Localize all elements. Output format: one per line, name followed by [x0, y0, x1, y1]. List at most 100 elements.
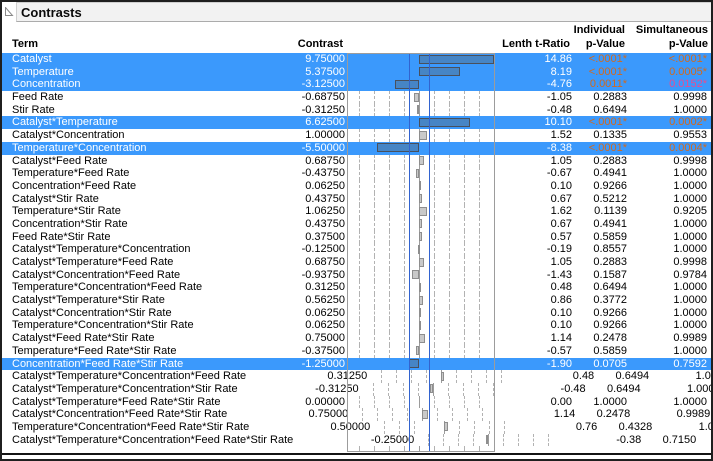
chart-gridline — [467, 408, 468, 421]
table-row[interactable]: Catalyst*Concentration1.000001.520.13350… — [2, 129, 711, 142]
chart-gridline — [449, 294, 450, 307]
chart-gridline — [486, 370, 487, 383]
table-row[interactable]: Temperature5.375008.19<.0001*0.0005* — [2, 66, 711, 79]
table-row[interactable]: Stir Rate-0.31250-0.480.64941.0000 — [2, 104, 711, 117]
table-row[interactable]: Catalyst*Temperature*Concentration*Stir … — [2, 383, 711, 396]
contrast-cell: 1.06250 — [224, 205, 347, 218]
contrast-bar — [419, 156, 424, 165]
chart-gridline — [389, 256, 390, 269]
chart-gridline — [449, 269, 450, 282]
t-ratio-cell: 0.10 — [495, 180, 572, 193]
chart-gridline — [464, 231, 465, 244]
chart-gridline — [449, 319, 450, 332]
table-row[interactable]: Temperature*Feed Rate-0.43750-0.670.4941… — [2, 167, 711, 180]
chart-gridline — [471, 370, 472, 383]
table-row[interactable]: Catalyst*Feed Rate0.687501.050.28830.999… — [2, 155, 711, 168]
table-row[interactable]: Catalyst*Temperature*Concentration*Feed … — [2, 370, 711, 383]
term-cell: Concentration*Feed Rate*Stir Rate — [2, 358, 224, 371]
contrast-bar — [416, 169, 419, 178]
table-row[interactable]: Catalyst*Temperature*Concentration-0.125… — [2, 243, 711, 256]
table-row[interactable]: Temperature*Concentration-5.50000-8.38<.… — [2, 142, 711, 155]
contrast-bar — [377, 143, 419, 152]
chart-tail — [2, 446, 711, 452]
chart-gridline — [449, 396, 450, 409]
term-cell: Catalyst*Temperature*Stir Rate — [2, 294, 224, 307]
table-row[interactable]: Catalyst*Concentration*Feed Rate*Stir Ra… — [2, 408, 711, 421]
contrast-bar — [419, 334, 425, 343]
contrast-cell: 0.31250 — [246, 370, 369, 383]
table-row[interactable]: Catalyst*Temperature*Feed Rate*Stir Rate… — [2, 396, 711, 409]
individual-p-cell: 0.6494 — [594, 370, 649, 383]
chart-gridline — [359, 256, 360, 269]
chart-gridline — [389, 294, 390, 307]
t-ratio-cell: -0.48 — [509, 383, 586, 396]
table-row[interactable]: Concentration*Feed Rate0.062500.100.9266… — [2, 180, 711, 193]
chart-gridline — [448, 383, 449, 396]
panel-title-strip[interactable]: Contrasts — [16, 2, 711, 22]
chart-gridline — [388, 383, 389, 396]
chart-gridline — [404, 167, 405, 180]
table-row[interactable]: Catalyst9.7500014.86<.0001*<.0001* — [2, 53, 711, 66]
contrast-cell: 0.68750 — [224, 256, 347, 269]
table-row[interactable]: Concentration*Feed Rate*Stir Rate-1.2500… — [2, 358, 711, 371]
contrast-bar-cell — [361, 383, 509, 396]
chart-gridline — [434, 269, 435, 282]
contrast-bar — [418, 245, 420, 254]
table-row[interactable]: Catalyst*Feed Rate*Stir Rate0.750001.140… — [2, 332, 711, 345]
table-row[interactable]: Concentration-3.12500-4.760.0011*0.0152* — [2, 78, 711, 91]
contrast-bar-cell — [416, 434, 564, 447]
chart-gridline — [464, 243, 465, 256]
table-row[interactable]: Catalyst*Temperature*Feed Rate0.687501.0… — [2, 256, 711, 269]
chart-zero-axis — [419, 167, 420, 180]
chart-gridline — [479, 193, 480, 206]
chart-gridline — [359, 243, 360, 256]
term-cell: Catalyst*Concentration*Stir Rate — [2, 307, 224, 320]
chart-gridline — [404, 446, 405, 452]
table-row[interactable]: Feed Rate*Stir Rate0.375000.570.58591.00… — [2, 231, 711, 244]
individual-p-cell: 0.4941 — [572, 167, 627, 180]
table-row[interactable]: Temperature*Concentration*Stir Rate0.062… — [2, 319, 711, 332]
chart-gridline — [479, 281, 480, 294]
table-row[interactable]: Catalyst*Temperature*Concentration*Feed … — [2, 434, 711, 447]
table-row[interactable]: Catalyst*Stir Rate0.437500.670.52121.000… — [2, 193, 711, 206]
chart-gridline — [434, 307, 435, 320]
contrast-cell: -1.25000 — [224, 358, 347, 371]
contrast-cell: 9.75000 — [224, 53, 347, 66]
chart-gridline — [389, 281, 390, 294]
contrast-cell: -0.25000 — [293, 434, 416, 447]
individual-p-cell: 0.2883 — [572, 256, 627, 269]
chart-gridline — [389, 307, 390, 320]
table-row[interactable]: Temperature*Feed Rate*Stir Rate-0.37500-… — [2, 345, 711, 358]
contrast-bar-cell — [347, 66, 495, 79]
table-row[interactable]: Catalyst*Concentration*Feed Rate-0.93750… — [2, 269, 711, 282]
chart-gridline — [374, 294, 375, 307]
table-row[interactable]: Concentration*Stir Rate0.437500.670.4941… — [2, 218, 711, 231]
t-ratio-cell: 1.52 — [495, 129, 572, 142]
chart-gridline — [464, 104, 465, 117]
chart-gridline — [359, 167, 360, 180]
contrast-bar-cell — [347, 78, 495, 91]
table-row[interactable]: Temperature*Stir Rate1.062501.620.11390.… — [2, 205, 711, 218]
chart-gridline — [429, 421, 430, 434]
contrast-bar-cell — [372, 421, 520, 434]
chart-gridline — [449, 91, 450, 104]
table-row[interactable]: Catalyst*Concentration*Stir Rate0.062500… — [2, 307, 711, 320]
simultaneous-p-cell: 1.0000 — [627, 281, 710, 294]
table-row[interactable]: Catalyst*Temperature*Stir Rate0.562500.8… — [2, 294, 711, 307]
table-row[interactable]: Feed Rate-0.68750-1.050.28830.9998 — [2, 91, 711, 104]
chart-gridline — [359, 91, 360, 104]
contrast-bar-cell — [347, 396, 495, 409]
table-row[interactable]: Temperature*Concentration*Feed Rate0.312… — [2, 281, 711, 294]
chart-gridline — [434, 104, 435, 117]
disclosure-triangle-icon[interactable] — [2, 2, 16, 22]
chart-gridline — [404, 396, 405, 409]
chart-gridline — [504, 421, 505, 434]
table-row[interactable]: Catalyst*Temperature6.6250010.10<.0001*0… — [2, 116, 711, 129]
panel-titlebar[interactable]: Contrasts — [2, 2, 711, 22]
table-row[interactable]: Temperature*Concentration*Feed Rate*Stir… — [2, 421, 711, 434]
t-ratio-cell: -0.57 — [495, 345, 572, 358]
simultaneous-p-cell: 1.0000 — [652, 421, 713, 434]
chart-gridline — [389, 155, 390, 168]
chart-zero-axis — [488, 434, 489, 447]
individual-p-cell: 0.9266 — [572, 307, 627, 320]
